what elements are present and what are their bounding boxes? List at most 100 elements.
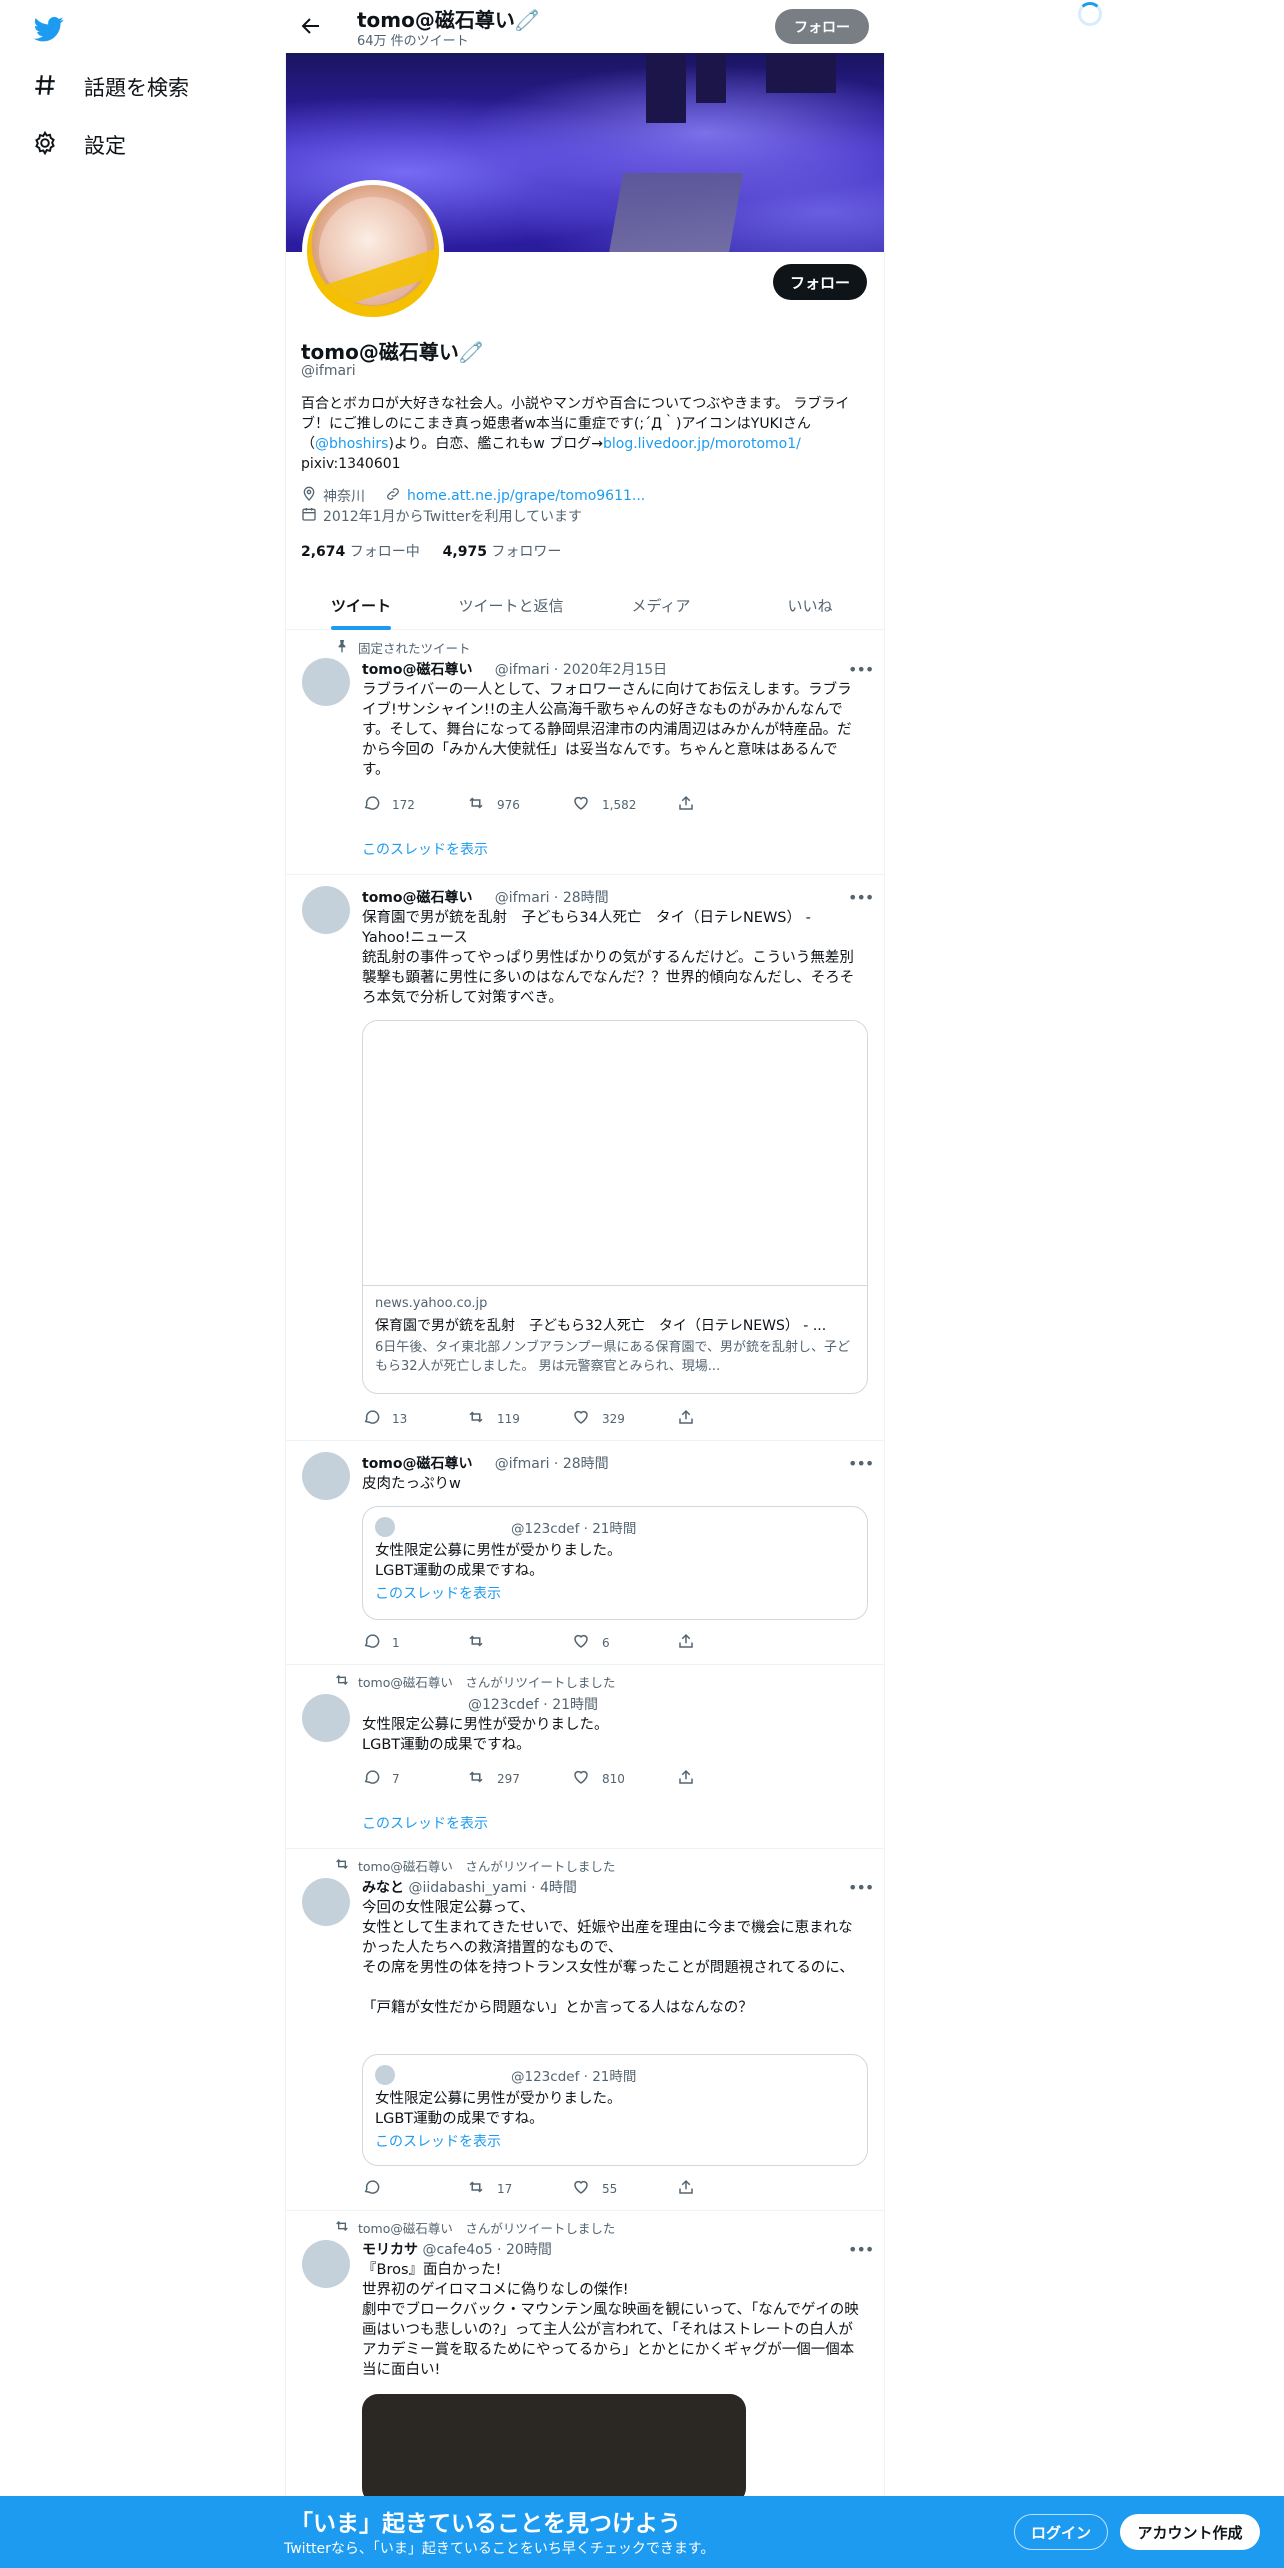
tweet-media-image[interactable]	[362, 2394, 746, 2504]
more-options-icon[interactable]: •••	[848, 888, 874, 908]
quoted-show-thread-link[interactable]: このスレッドを表示	[375, 2131, 855, 2151]
tweet-text-line: 保育園で男が銃を乱射 子どもら34人死亡 タイ（日テレNEWS） - Yahoo…	[362, 910, 811, 946]
tweet-meta[interactable]: @cafe4o5 · 20時間	[422, 2242, 551, 2258]
share-button[interactable]	[677, 1632, 782, 1653]
reply-button[interactable]: 13	[362, 1408, 467, 1429]
retweet-count: 119	[497, 1411, 520, 1426]
tweet-author-name[interactable]: tomo@磁石尊い	[362, 662, 473, 678]
retweet-button[interactable]: 17	[467, 2178, 572, 2199]
bio-pixiv-text: pixiv:1340601	[301, 456, 401, 472]
link-card-title: 保育園で男が銃を乱射 子どもら32人死亡 タイ（日テレNEWS） - ...	[375, 1318, 827, 1334]
login-button[interactable]: ログイン	[1014, 2514, 1108, 2550]
show-thread-link[interactable]: このスレッドを表示	[362, 839, 488, 859]
tweet-author-name[interactable]: tomo@磁石尊い	[362, 1456, 473, 1472]
signup-button[interactable]: アカウント作成	[1120, 2514, 1260, 2550]
profile-avatar[interactable]	[302, 180, 444, 322]
header-tweet-count: 64万 件のツイート	[357, 34, 469, 49]
following-link[interactable]: 2,674 フォロー中	[301, 544, 420, 560]
tweet-text: 皮肉たっぷりw	[362, 1476, 461, 1492]
back-arrow-icon[interactable]	[299, 14, 323, 38]
calendar-icon	[301, 506, 317, 526]
quoted-tweet-header: @123cdef · 21時間	[375, 1517, 855, 1537]
retweet-button[interactable]: 297	[467, 1768, 572, 1789]
tweet-divider	[286, 1440, 884, 1441]
like-button[interactable]: 810	[572, 1768, 677, 1789]
retweet-label-text[interactable]: tomo@磁石尊い さんがリツイートしました	[358, 1672, 615, 1691]
tweet-avatar[interactable]	[302, 1878, 350, 1926]
tweet-author-name[interactable]: モリカサ	[362, 2242, 418, 2258]
tweet-author-name[interactable]: みなと	[362, 1880, 404, 1896]
tweet-actions: 7 297 810	[362, 1768, 782, 1789]
reply-button[interactable]: 172	[362, 794, 467, 815]
like-button[interactable]: 329	[572, 1408, 677, 1429]
tweet-avatar[interactable]	[302, 1694, 350, 1742]
retweet-label-text[interactable]: tomo@磁石尊い さんがリツイートしました	[358, 1856, 615, 1875]
sidebar-item-label: 話題を検索	[84, 76, 189, 100]
tab-tweets[interactable]: ツイート	[286, 580, 436, 630]
retweet-icon	[334, 1856, 350, 1875]
bio-blog-link[interactable]: blog.livedoor.jp/morotomo1/	[603, 436, 801, 452]
tweet-avatar[interactable]	[302, 886, 350, 934]
pinned-label-text: 固定されたツイート	[358, 641, 471, 656]
follow-button[interactable]: フォロー	[773, 264, 867, 300]
header-profile-name: tomo@磁石尊い🧷	[357, 8, 540, 32]
tweet-meta[interactable]: @123cdef · 21時間	[468, 1697, 598, 1713]
tweet-meta[interactable]: @ifmari · 28時間	[495, 1456, 609, 1472]
tweet-author-name[interactable]: tomo@磁石尊い	[362, 890, 473, 906]
more-options-icon[interactable]: •••	[848, 1878, 874, 1898]
retweet-icon	[467, 1408, 485, 1429]
tab-tweets-replies[interactable]: ツイートと返信	[436, 580, 586, 630]
retweet-button[interactable]	[467, 1632, 572, 1653]
tweet-text: 女性限定公募に男性が受かりました。 LGBT運動の成果ですね。	[362, 1715, 609, 1755]
like-button[interactable]: 6	[572, 1632, 677, 1653]
tab-media[interactable]: メディア	[586, 580, 736, 630]
share-button[interactable]	[677, 2178, 782, 2199]
following-label: フォロー中	[349, 544, 420, 560]
tab-likes[interactable]: いいね	[736, 580, 884, 630]
twitter-logo-icon[interactable]	[32, 14, 66, 44]
heart-icon	[572, 1632, 590, 1653]
reply-button[interactable]: 7	[362, 1768, 467, 1789]
profile-meta-row: 神奈川 home.att.ne.jp/grape/tomo9611...	[301, 486, 645, 506]
more-options-icon[interactable]: •••	[848, 660, 874, 680]
sidebar-item-settings[interactable]: 設定	[32, 125, 126, 165]
tweet-avatar[interactable]	[302, 2240, 350, 2288]
share-button[interactable]	[677, 1768, 782, 1789]
retweet-label: tomo@磁石尊い さんがリツイートしました	[334, 2218, 615, 2237]
tweet-meta[interactable]: @ifmari · 28時間	[495, 890, 609, 906]
followers-link[interactable]: 4,975 フォロワー	[443, 544, 562, 560]
quoted-tweet[interactable]: @123cdef · 21時間 女性限定公募に男性が受かりました。 LGBT運動…	[362, 2054, 868, 2166]
show-thread-link[interactable]: このスレッドを表示	[362, 1813, 488, 1833]
sidebar-item-explore[interactable]: 話題を検索	[32, 67, 189, 107]
like-count: 55	[602, 2181, 618, 2196]
reply-button[interactable]	[362, 2178, 467, 2199]
link-card-body: news.yahoo.co.jp 保育園で男が銃を乱射 子どもら32人死亡 タイ…	[363, 1286, 867, 1386]
bio-mention-link[interactable]: @bhoshirs	[315, 436, 388, 452]
profile-name: tomo@磁石尊い🧷	[301, 340, 484, 364]
tweet-avatar[interactable]	[302, 1452, 350, 1500]
profile-joined-row: 2012年1月からTwitterを利用しています	[301, 506, 582, 526]
retweet-button[interactable]: 976	[467, 794, 572, 815]
more-options-icon[interactable]: •••	[848, 2240, 874, 2260]
tweet-avatar[interactable]	[302, 658, 350, 706]
tweet-meta[interactable]: @ifmari · 2020年2月15日	[495, 662, 667, 678]
like-button[interactable]: 1,582	[572, 794, 677, 815]
like-button[interactable]: 55	[572, 2178, 677, 2199]
reply-button[interactable]: 1	[362, 1632, 467, 1653]
quoted-tweet[interactable]: @123cdef · 21時間 女性限定公募に男性が受かりました。 LGBT運動…	[362, 1506, 868, 1620]
more-options-icon[interactable]: •••	[848, 1454, 874, 1474]
tweet-meta[interactable]: @iidabashi_yami · 4時間	[408, 1880, 576, 1896]
header-follow-button[interactable]: フォロー	[775, 9, 869, 44]
like-count: 1,582	[602, 797, 637, 812]
quoted-show-thread-link[interactable]: このスレッドを表示	[375, 1583, 855, 1603]
retweet-icon	[467, 2178, 485, 2199]
link-card[interactable]: news.yahoo.co.jp 保育園で男が銃を乱射 子どもら32人死亡 タイ…	[362, 1020, 868, 1394]
share-button[interactable]	[677, 1408, 782, 1429]
retweet-button[interactable]: 119	[467, 1408, 572, 1429]
quoted-meta: @123cdef · 21時間	[511, 2069, 637, 2085]
share-button[interactable]	[677, 794, 782, 815]
profile-website-link[interactable]: home.att.ne.jp/grape/tomo9611...	[407, 488, 645, 504]
retweet-label-text[interactable]: tomo@磁石尊い さんがリツイートしました	[358, 2218, 615, 2237]
profile-stats: 2,674 フォロー中 4,975 フォロワー	[301, 541, 561, 561]
tweet-text-line: 女性として生まれてきたせいで、妊娠や出産を理由に今まで機会に恵まれなかった人たち…	[362, 1920, 853, 1956]
